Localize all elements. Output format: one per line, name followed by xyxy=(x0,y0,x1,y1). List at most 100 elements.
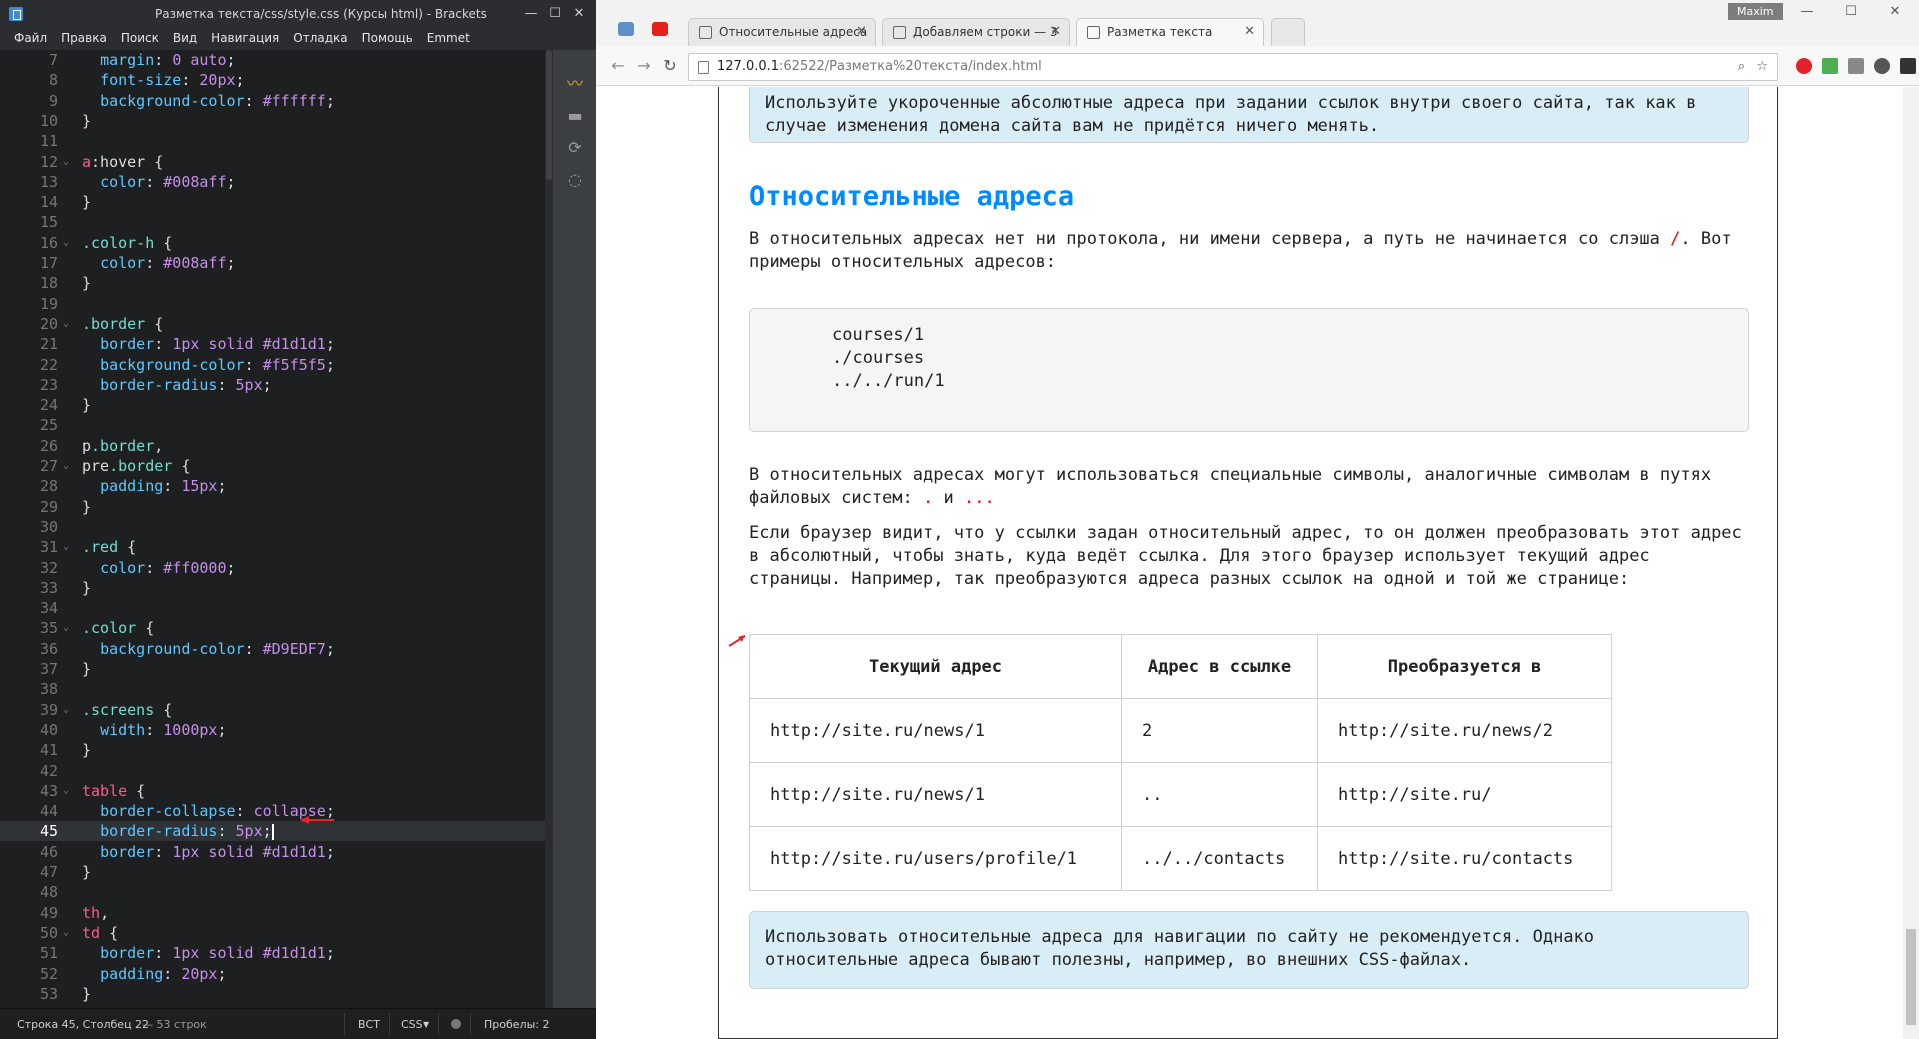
code-editor[interactable]: 7 margin: 0 auto; 8 font-size: 20px; 9 bac… xyxy=(0,50,545,1010)
menu-emmet[interactable]: Emmet xyxy=(420,28,477,45)
code-line[interactable]: 33} xyxy=(0,578,545,598)
linter-status-icon[interactable] xyxy=(451,1019,461,1029)
maximize-button[interactable]: ☐ xyxy=(542,4,568,24)
code-line[interactable]: 31 ⌄ .red { xyxy=(0,537,545,557)
code-line[interactable]: 52 padding: 20px; xyxy=(0,964,545,984)
code-line[interactable]: 14} xyxy=(0,192,545,212)
code-line[interactable]: 47} xyxy=(0,862,545,882)
code-line[interactable]: 35 ⌄ .color { xyxy=(0,618,545,638)
code-line[interactable]: 48 xyxy=(0,882,545,902)
code-line[interactable]: 49 th, xyxy=(0,903,545,923)
forward-arrow-icon[interactable]: → xyxy=(634,56,654,76)
menu-find[interactable]: Поиск xyxy=(114,28,166,45)
sync-icon[interactable]: ⟳ xyxy=(565,138,585,158)
chrome-minimize-button[interactable]: — xyxy=(1792,4,1822,24)
code-line[interactable]: 17 color: #008aff; xyxy=(0,253,545,273)
fold-chevron-icon[interactable]: ⌄ xyxy=(63,618,69,638)
menu-file[interactable]: Файл xyxy=(0,28,54,45)
page-scrollbar-thumb[interactable] xyxy=(1906,929,1916,1025)
extension-manager-icon[interactable]: ▬ xyxy=(565,106,585,126)
code-line[interactable]: 7 margin: 0 auto; xyxy=(0,50,545,70)
editor-scrollbar[interactable] xyxy=(545,50,553,1010)
menu-view[interactable]: Вид xyxy=(166,28,204,45)
language-selector[interactable]: CSS xyxy=(401,1018,423,1031)
code-line[interactable]: 16 ⌄ .color-h { xyxy=(0,233,545,253)
fold-chevron-icon[interactable]: ⌄ xyxy=(63,152,69,172)
fold-chevron-icon[interactable]: ⌄ xyxy=(63,781,69,801)
minimize-button[interactable]: — xyxy=(518,4,544,24)
tab-relative-addresses[interactable]: Относительные адреса ✕ xyxy=(688,18,876,46)
code-line[interactable]: 29} xyxy=(0,497,545,517)
back-arrow-icon[interactable]: ← xyxy=(608,56,628,76)
code-line[interactable]: 23 border-radius: 5px; xyxy=(0,375,545,395)
page-info-icon[interactable] xyxy=(698,61,709,74)
code-line[interactable]: 30 xyxy=(0,517,545,537)
tab-text-markup[interactable]: Разметка текста ✕ xyxy=(1076,18,1264,46)
code-line[interactable]: 32 color: #ff0000; xyxy=(0,558,545,578)
bookmark-star-icon[interactable]: ☆ xyxy=(1756,54,1768,80)
code-line[interactable]: 11 xyxy=(0,131,545,151)
editor-scrollbar-thumb[interactable] xyxy=(546,50,552,180)
address-bar[interactable]: 127.0.0.1:62522/Разметка%20текста/index.… xyxy=(688,53,1778,81)
code-line[interactable]: 19 xyxy=(0,294,545,314)
code-line[interactable]: 27 ⌄ pre.border { xyxy=(0,456,545,476)
profile-button[interactable]: Maxim xyxy=(1728,3,1783,20)
new-tab-button[interactable] xyxy=(1271,18,1305,46)
code-line[interactable]: 45 border-radius: 5px; xyxy=(0,821,545,842)
sync-extension-icon[interactable] xyxy=(1874,58,1890,74)
fold-chevron-icon[interactable]: ⌄ xyxy=(63,314,69,334)
menu-help[interactable]: Помощь xyxy=(355,28,420,45)
code-line[interactable]: 38 xyxy=(0,679,545,699)
fold-chevron-icon[interactable]: ⌄ xyxy=(63,233,69,253)
opera-extension-icon[interactable] xyxy=(1796,58,1812,74)
code-line[interactable]: 8 font-size: 20px; xyxy=(0,70,545,90)
code-line[interactable]: 50 ⌄ td { xyxy=(0,923,545,943)
code-line[interactable]: 13 color: #008aff; xyxy=(0,172,545,192)
menu-edit[interactable]: Правка xyxy=(54,28,114,45)
download-extension-icon[interactable] xyxy=(1822,58,1838,74)
code-line[interactable]: 39 ⌄ .screens { xyxy=(0,700,545,720)
code-line[interactable]: 41} xyxy=(0,740,545,760)
close-button[interactable]: ✕ xyxy=(566,4,592,24)
fold-chevron-icon[interactable]: ⌄ xyxy=(63,700,69,720)
tab-add-rows[interactable]: Добавляем строки — 3 ✕ xyxy=(882,18,1070,46)
code-line[interactable]: 34 xyxy=(0,598,545,618)
code-line[interactable]: 44 border-collapse: collapse; xyxy=(0,801,545,821)
code-line[interactable]: 46 border: 1px solid #d1d1d1; xyxy=(0,842,545,862)
page-scrollbar[interactable] xyxy=(1903,87,1919,1039)
code-line[interactable]: 22 background-color: #f5f5f5; xyxy=(0,355,545,375)
code-line[interactable]: 42 xyxy=(0,761,545,781)
code-line[interactable]: 15 xyxy=(0,212,545,232)
lightbulb-icon[interactable]: ◌ xyxy=(565,170,585,190)
insert-mode[interactable]: ВСТ xyxy=(358,1018,380,1031)
tab-close-icon[interactable]: ✕ xyxy=(1050,19,1061,45)
fold-chevron-icon[interactable]: ⌄ xyxy=(63,456,69,476)
zoom-icon[interactable]: ⌕ xyxy=(1738,54,1745,80)
code-line[interactable]: 51 border: 1px solid #d1d1d1; xyxy=(0,943,545,963)
tab-close-icon[interactable]: ✕ xyxy=(856,19,867,45)
code-line[interactable]: 18} xyxy=(0,273,545,293)
code-line[interactable]: 10} xyxy=(0,111,545,131)
code-line[interactable]: 21 border: 1px solid #d1d1d1; xyxy=(0,334,545,354)
code-line[interactable]: 26 p.border, xyxy=(0,436,545,456)
menu-debug[interactable]: Отладка xyxy=(286,28,354,45)
fold-chevron-icon[interactable]: ⌄ xyxy=(63,923,69,943)
code-line[interactable]: 43 ⌄ table { xyxy=(0,781,545,801)
live-preview-icon[interactable]: 〰 xyxy=(565,74,585,94)
menu-navigate[interactable]: Навигация xyxy=(204,28,286,45)
fold-chevron-icon[interactable]: ⌄ xyxy=(63,537,69,557)
code-line[interactable]: 28 padding: 15px; xyxy=(0,476,545,496)
code-line[interactable]: 9 background-color: #ffffff; xyxy=(0,91,545,111)
mail-extension-icon[interactable] xyxy=(1848,58,1864,74)
code-line[interactable]: 25 xyxy=(0,415,545,435)
chrome-maximize-button[interactable]: ☐ xyxy=(1836,4,1866,24)
code-line[interactable]: 36 background-color: #D9EDF7; xyxy=(0,639,545,659)
code-line[interactable]: 37} xyxy=(0,659,545,679)
indent-spaces[interactable]: Пробелы: 2 xyxy=(484,1018,549,1031)
chrome-close-button[interactable]: ✕ xyxy=(1880,4,1910,24)
code-line[interactable]: 20 ⌄ .border { xyxy=(0,314,545,334)
code-line[interactable]: 53} xyxy=(0,984,545,1004)
code-line[interactable]: 12 ⌄ a:hover { xyxy=(0,152,545,172)
pinned-tab-youtube-icon[interactable] xyxy=(652,22,668,36)
pinned-tab-chat-icon[interactable] xyxy=(618,22,634,36)
